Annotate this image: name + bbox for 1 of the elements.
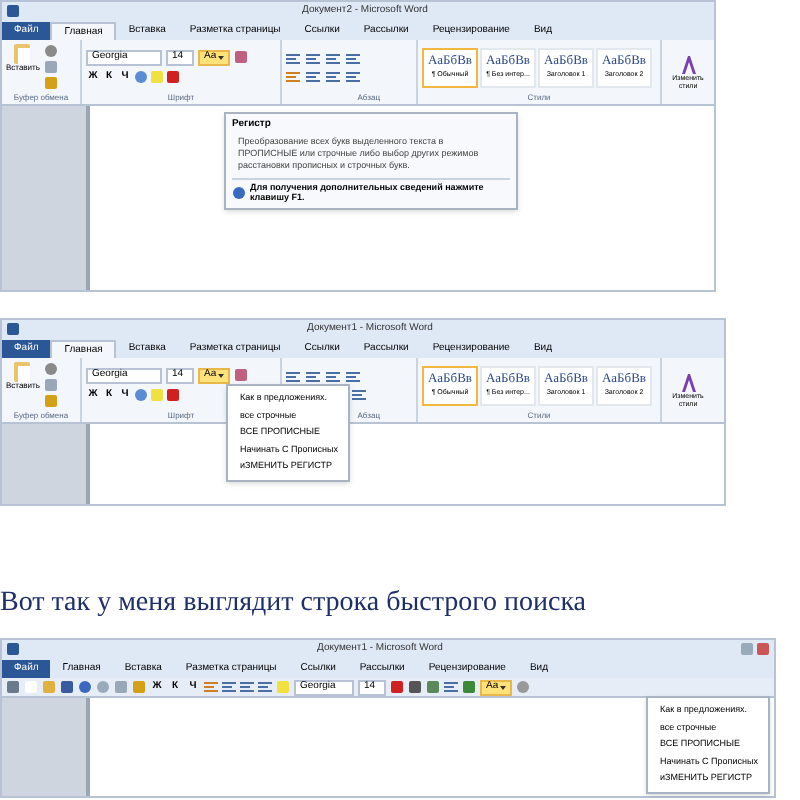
caption: Вот так у меня выглядит строка быстрого поиска xyxy=(0,588,589,620)
